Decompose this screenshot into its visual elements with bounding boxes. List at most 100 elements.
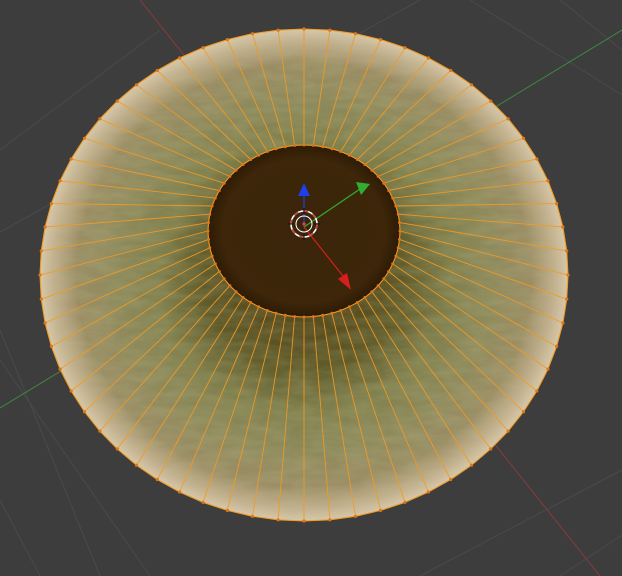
mesh-vertex: [228, 284, 232, 288]
mesh-vertex: [69, 389, 73, 393]
mesh-vertex: [276, 518, 280, 522]
mesh-vertex: [426, 490, 430, 494]
mesh-vertex: [391, 262, 395, 266]
mesh-vertex: [134, 463, 139, 467]
mesh-vertex: [379, 38, 383, 42]
mesh-vertex: [178, 56, 182, 60]
mesh-vertex: [265, 150, 269, 153]
mesh-vertex: [363, 163, 367, 166]
mesh-vertex: [379, 508, 383, 512]
mesh-vertex: [82, 136, 87, 140]
mesh-vertex: [565, 249, 569, 253]
mesh-vertex: [302, 315, 306, 319]
mesh-vertex: [241, 296, 245, 299]
mesh-vertex: [521, 410, 526, 414]
mesh-vertex: [234, 290, 238, 294]
grid-line: [559, 0, 622, 51]
mesh-vertex: [347, 153, 351, 157]
mesh-vertex: [321, 145, 325, 149]
mesh-vertex: [396, 246, 400, 250]
mesh-vertex: [302, 519, 306, 523]
mesh-vertex: [210, 204, 214, 208]
mesh-vertex: [396, 212, 400, 216]
mesh-vertex: [115, 447, 119, 451]
mesh-vertex: [449, 477, 453, 482]
mesh-vertex: [58, 179, 62, 183]
mesh-vertex: [207, 237, 210, 241]
mesh-vertex: [566, 273, 570, 277]
mesh-vertex: [265, 309, 269, 312]
mesh-vertex: [353, 32, 358, 36]
mesh-vertex: [228, 174, 232, 178]
mesh-vertex: [376, 284, 380, 288]
mesh-vertex: [234, 168, 238, 172]
mesh-vertex: [506, 117, 510, 121]
mesh-vertex: [353, 514, 358, 518]
iris-disc-object[interactable]: [38, 27, 570, 523]
mesh-vertex: [250, 32, 255, 36]
mesh-vertex: [115, 99, 119, 103]
mesh-vertex: [39, 249, 43, 253]
mesh-vertex: [43, 225, 47, 229]
mesh-vertex: [382, 181, 386, 185]
mesh-vertex: [302, 27, 306, 31]
mesh-vertex: [38, 273, 42, 277]
mesh-vertex: [225, 38, 229, 42]
mesh-vertex: [355, 301, 359, 304]
mesh-vertex: [328, 518, 332, 522]
mesh-vertex: [208, 212, 212, 216]
mesh-vertex: [489, 447, 493, 451]
mesh-vertex: [535, 389, 539, 393]
mesh-vertex: [283, 313, 287, 317]
mesh-vertex: [376, 174, 380, 178]
mesh-vertex: [249, 158, 253, 161]
mesh-vertex: [469, 83, 474, 87]
mesh-vertex: [213, 262, 217, 266]
mesh-vertex: [355, 158, 359, 161]
mesh-vertex: [155, 68, 159, 73]
mesh-vertex: [403, 46, 407, 50]
grid-line: [559, 534, 622, 576]
mesh-vertex: [39, 297, 43, 301]
grid-line: [419, 469, 622, 576]
mesh-vertex: [134, 83, 139, 87]
mesh-vertex: [213, 196, 217, 200]
mesh-vertex: [330, 311, 334, 315]
mesh-vertex: [217, 270, 221, 273]
mesh-vertex: [155, 477, 159, 482]
mesh-vertex: [201, 46, 205, 50]
mesh-vertex: [347, 305, 351, 309]
mesh-vertex: [391, 196, 395, 200]
mesh-vertex: [98, 117, 102, 121]
mesh-vertex: [565, 297, 569, 301]
mesh-vertex: [387, 189, 391, 192]
mesh-vertex: [98, 429, 102, 433]
mesh-vertex: [217, 189, 221, 192]
mesh-vertex: [398, 221, 401, 225]
mesh-vertex: [387, 270, 391, 273]
grid-line: [0, 499, 41, 576]
mesh-vertex: [201, 500, 205, 504]
mesh-vertex: [339, 309, 343, 312]
mesh-vertex: [225, 508, 229, 512]
mesh-vertex: [293, 143, 297, 147]
mesh-vertex: [274, 147, 278, 151]
mesh-vertex: [394, 204, 398, 208]
mesh-vertex: [302, 143, 306, 147]
mesh-vertex: [561, 321, 565, 325]
mesh-vertex: [469, 463, 474, 467]
mesh-vertex: [561, 225, 565, 229]
mesh-vertex: [330, 147, 334, 151]
mesh-vertex: [311, 143, 315, 147]
mesh-vertex: [403, 500, 407, 504]
mesh-vertex: [398, 229, 402, 233]
grid-line: [469, 0, 622, 96]
mesh-vertex: [546, 179, 550, 183]
mesh-vertex: [208, 246, 212, 250]
mesh-vertex: [339, 150, 343, 153]
mesh-vertex: [82, 410, 87, 414]
mesh-vertex: [363, 296, 367, 299]
3d-viewport[interactable]: [0, 0, 622, 576]
mesh-vertex: [321, 313, 325, 317]
mesh-vertex: [241, 163, 245, 166]
